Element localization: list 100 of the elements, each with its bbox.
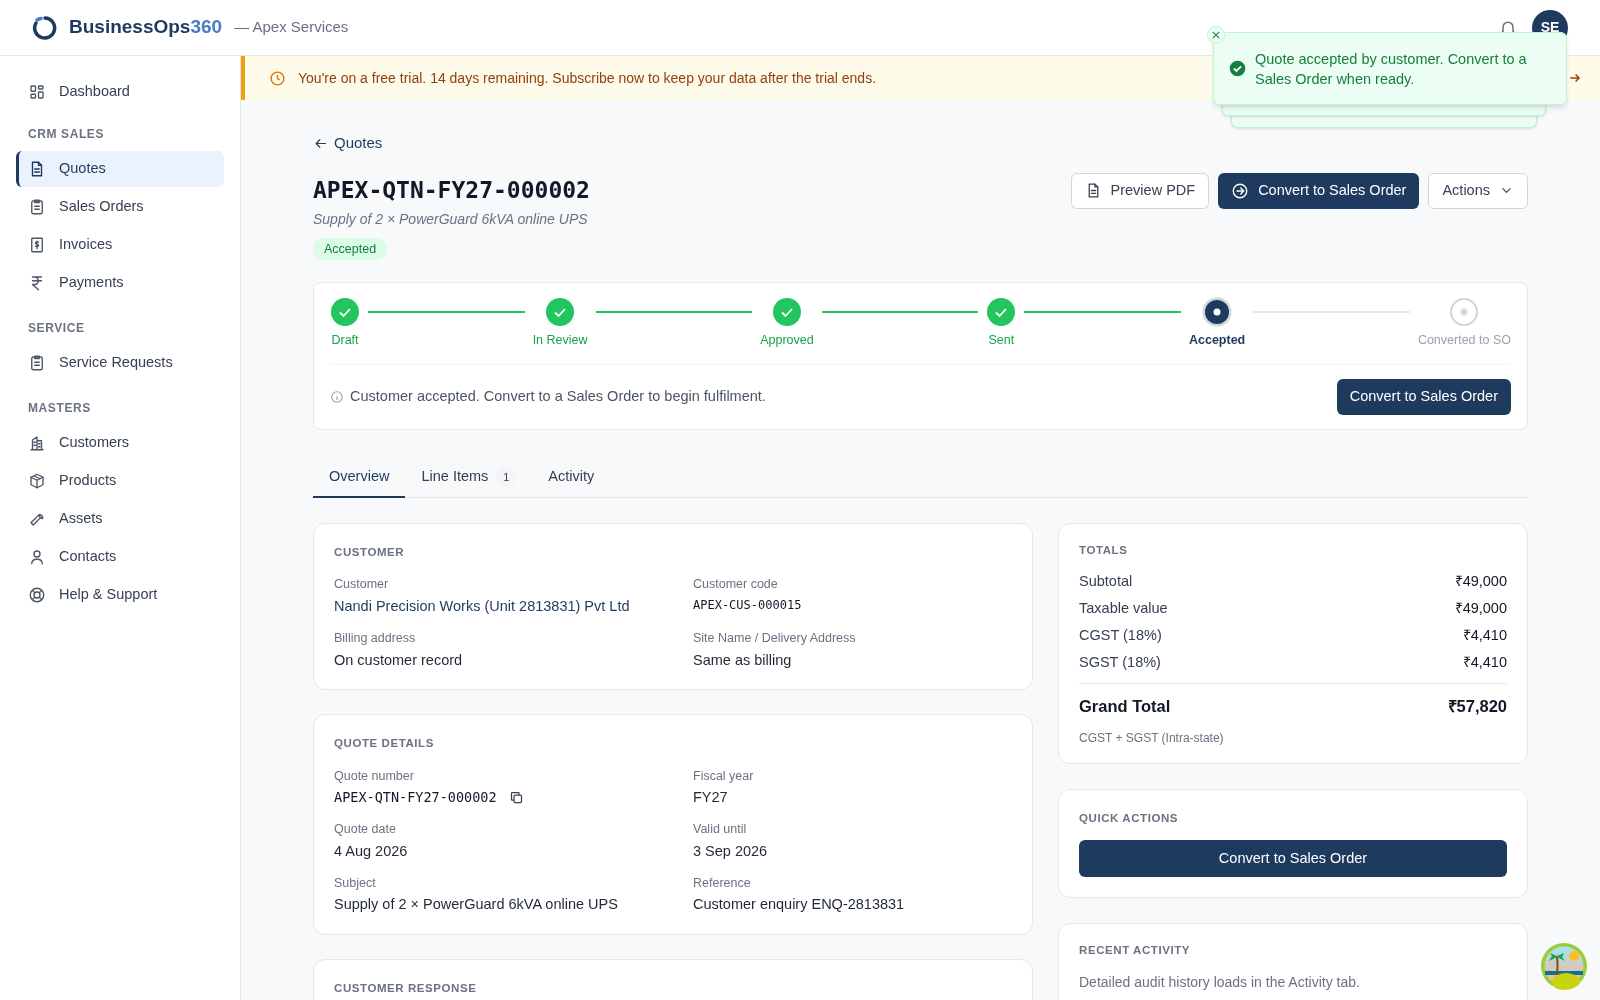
field-label: Site Name / Delivery Address [693, 629, 857, 647]
building-icon [28, 434, 46, 452]
invoice-icon [28, 236, 46, 254]
field-label: Subject [334, 874, 377, 892]
section-heading: TOTALS [1079, 543, 1129, 558]
field-label: Quote date [334, 821, 397, 838]
field-value: Supply of 2 × PowerGuard 6kVA online UPS [334, 895, 619, 915]
quote-number-title: APEX-QTN-FY27-000002 [313, 175, 591, 205]
grid-icon [28, 83, 46, 101]
total-label: SGST (18%) [1079, 652, 1161, 672]
user-icon [28, 548, 46, 566]
field-value: 3 Sep 2026 [693, 841, 769, 861]
copy-icon[interactable] [508, 789, 524, 805]
section-heading: CUSTOMER [334, 545, 406, 560]
total-value: ₹49,000 [1454, 572, 1507, 592]
section-heading: QUICK ACTIONS [1079, 811, 1180, 826]
section-heading: QUOTE DETAILS [334, 736, 435, 752]
step-label: Approved [760, 332, 814, 350]
tab[interactable]: Overview [313, 458, 406, 498]
current-step-icon [1202, 297, 1233, 328]
arrow-right-icon[interactable] [1568, 71, 1582, 85]
sidebar-item[interactable]: Invoices [16, 227, 224, 263]
field-value: 4 Aug 2026 [334, 841, 409, 861]
sidebar-section-heading: MASTERS [27, 400, 92, 417]
field-label: Billing address [334, 629, 417, 647]
sidebar-section-heading: CRM SALES [27, 126, 106, 143]
clipboard-icon [28, 354, 46, 372]
total-value: ₹49,000 [1454, 599, 1507, 618]
total-value: ₹4,410 [1462, 652, 1507, 672]
info-icon [330, 390, 344, 404]
step-label: Converted to SO [1417, 332, 1511, 350]
convert-button[interactable]: Convert to Sales Order [1079, 840, 1507, 878]
field-label: Fiscal year [693, 767, 755, 785]
section-heading: RECENT ACTIVITY [1079, 943, 1192, 959]
field-label: Customer [334, 576, 390, 594]
arrow-circle-icon [1231, 181, 1250, 200]
step-label: Accepted [1188, 332, 1246, 350]
brand-name: BusinessOps360 [69, 15, 223, 40]
sidebar-item[interactable]: Customers [16, 425, 224, 461]
count-badge: 1 [496, 467, 517, 487]
sidebar-item[interactable]: Help & Support [16, 577, 224, 613]
sidebar-item[interactable]: Contacts [16, 539, 224, 575]
field-value: APEX-CUS-000015 [693, 597, 803, 614]
total-label: Subtotal [1079, 572, 1133, 592]
status-badge: Accepted [313, 237, 388, 261]
field-label: Valid until [693, 821, 748, 838]
total-label: CGST (18%) [1079, 625, 1162, 645]
toast-message: Quote accepted by customer. Convert to a Sales Order when ready. [1255, 49, 1528, 89]
sidebar-item[interactable]: Payments [16, 265, 224, 301]
grand-total-label: Grand Total [1079, 696, 1171, 718]
clipboard-icon [28, 198, 46, 216]
customer-link[interactable]: Nandi Precision Works (Unit 2813831) Pvt Ltd [334, 596, 630, 618]
step-label: Sent [988, 332, 1015, 350]
step-label: In Review [532, 332, 588, 350]
completed-step-icon [330, 297, 360, 328]
completed-step-icon [545, 297, 576, 328]
back-link[interactable]: Quotes [313, 132, 383, 155]
sidebar-item[interactable]: Products [16, 463, 224, 499]
field-label: Customer code [693, 576, 779, 594]
completed-step-icon [771, 297, 802, 328]
grand-total-value: ₹57,820 [1447, 696, 1507, 718]
sidebar-item[interactable]: Dashboard [16, 74, 224, 110]
beach-icon [1540, 942, 1588, 990]
total-label: Taxable value [1079, 599, 1168, 618]
field-label: Reference [693, 874, 752, 892]
field-value: On customer record [334, 650, 464, 670]
tab[interactable]: Line Items 1 [405, 458, 533, 498]
clock-icon [269, 69, 286, 87]
completed-step-icon [986, 297, 1017, 328]
step-label: Draft [331, 332, 359, 350]
organization-name: — Apex Services [234, 17, 349, 38]
box-icon [28, 472, 46, 490]
sidebar-item[interactable]: Sales Orders [16, 189, 224, 225]
sidebar-item[interactable]: Quotes [16, 151, 224, 187]
lifebuoy-icon [28, 586, 46, 604]
sidebar-item[interactable]: Assets [16, 501, 224, 537]
quote-subject: Supply of 2 × PowerGuard 6kVA online UPS [313, 209, 589, 229]
sidebar-section-heading: SERVICE [27, 320, 86, 337]
close-icon [1212, 31, 1220, 39]
activity-note: Detailed audit history loads in the Activity tab. [1079, 972, 1361, 992]
tax-note: CGST + SGST (Intra-state) [1079, 730, 1225, 747]
field-value: APEX-QTN-FY27-000002 [334, 788, 497, 808]
preview-pdf-button[interactable]: Preview PDF [1070, 172, 1210, 209]
pending-step-icon [1449, 297, 1480, 328]
field-value: Same as billing [693, 650, 793, 670]
total-value: ₹4,410 [1462, 625, 1507, 645]
floating-widget-button[interactable] [1540, 942, 1588, 990]
field-value: FY27 [693, 788, 729, 808]
actions-dropdown[interactable]: Actions [1428, 172, 1528, 209]
field-label: Quote number [334, 767, 415, 785]
sidebar-item[interactable]: Service Requests [16, 345, 224, 381]
stepper-note: Customer accepted. Convert to a Sales Order to begin fulfilment. [350, 387, 766, 407]
tab[interactable]: Activity [532, 458, 611, 498]
check-circle-icon [1229, 60, 1246, 77]
convert-button[interactable]: Convert to Sales Order [1336, 379, 1511, 415]
field-value: Customer enquiry ENQ-2813831 [693, 895, 906, 915]
section-heading: CUSTOMER RESPONSE [334, 981, 478, 996]
trial-message: You're on a free trial. 14 days remaining. Subscribe now to keep your data after the trial ends. [298, 68, 877, 88]
convert-button[interactable]: Convert to Sales Order [1218, 172, 1420, 209]
logo-icon [32, 14, 58, 41]
